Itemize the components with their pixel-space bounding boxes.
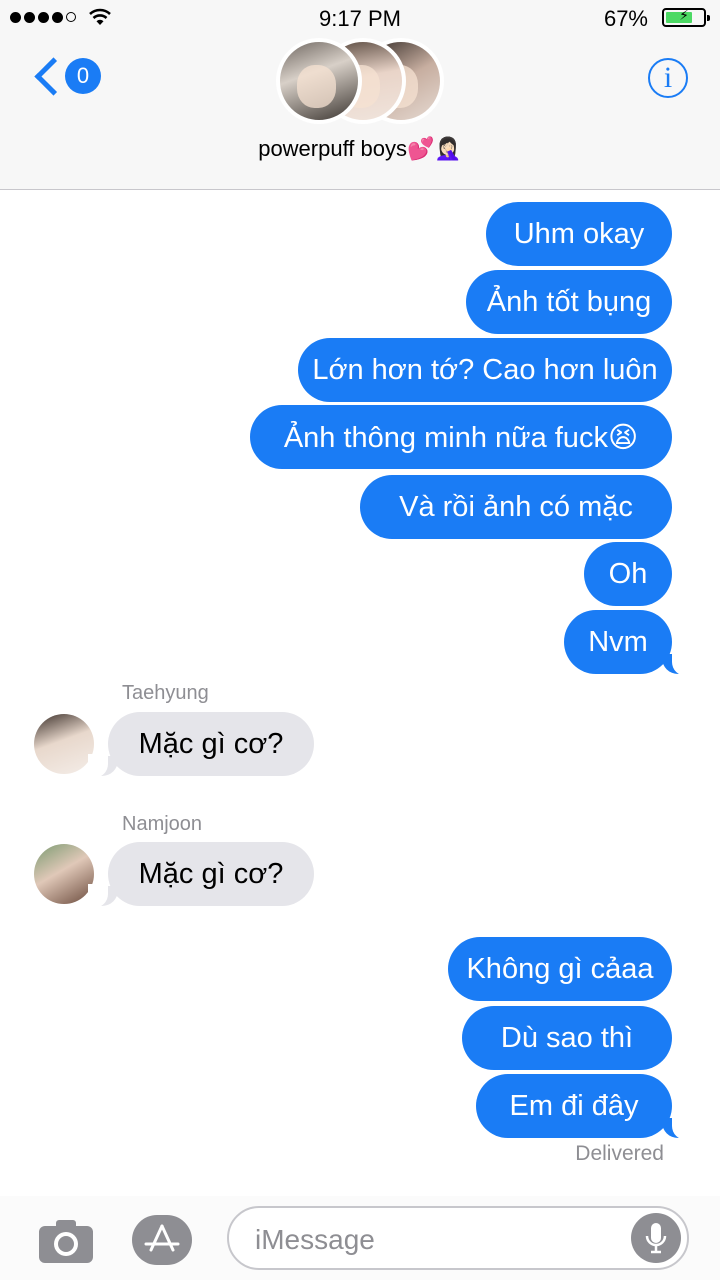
- chevron-left-icon: [34, 56, 73, 96]
- message-input-placeholder: iMessage: [255, 1224, 375, 1255]
- message-input[interactable]: iMessage: [227, 1206, 689, 1270]
- bubble-tail: [662, 652, 692, 676]
- message-bubble-outgoing[interactable]: Ảnh tốt bụng: [466, 270, 672, 334]
- group-avatars[interactable]: [276, 38, 446, 124]
- app-store-icon[interactable]: [131, 1214, 193, 1266]
- microphone-icon: [645, 1223, 667, 1254]
- battery-icon: ⚡: [662, 7, 710, 27]
- message-bubble-outgoing[interactable]: Nvm: [564, 610, 672, 674]
- info-icon: i: [663, 61, 673, 94]
- microphone-button[interactable]: [631, 1213, 681, 1263]
- camera-icon[interactable]: [38, 1218, 94, 1264]
- message-bubble-outgoing[interactable]: Uhm okay: [486, 202, 672, 266]
- message-bubble-incoming[interactable]: Mặc gì cơ?: [108, 842, 314, 906]
- group-name[interactable]: powerpuff boys💕🤦🏻‍♀️: [0, 136, 720, 162]
- message-bubble-outgoing[interactable]: Và rồi ảnh có mặc: [360, 475, 672, 539]
- message-bubble-outgoing[interactable]: Dù sao thì: [462, 1006, 672, 1070]
- sender-name: Taehyung: [122, 682, 209, 704]
- bubble-tail: [662, 1116, 692, 1140]
- delivery-status: Delivered: [575, 1142, 664, 1165]
- bubble-tail: [88, 754, 118, 778]
- bubble-tail: [88, 884, 118, 908]
- avatar: [276, 38, 362, 124]
- message-bubble-outgoing[interactable]: Không gì cảaa: [448, 937, 672, 1001]
- message-bubble-outgoing[interactable]: Oh: [584, 542, 672, 606]
- sender-name: Namjoon: [122, 813, 203, 835]
- message-bubble-outgoing[interactable]: Ảnh thông minh nữa fuck😫: [250, 405, 672, 469]
- battery-percent: 67%: [603, 6, 648, 31]
- message-bubble-incoming[interactable]: Mặc gì cơ?: [108, 712, 314, 776]
- back-button[interactable]: 0: [30, 56, 101, 96]
- avatar[interactable]: [34, 714, 94, 774]
- avatar[interactable]: [34, 844, 94, 904]
- info-button[interactable]: i: [648, 58, 688, 98]
- message-bubble-outgoing[interactable]: Lớn hơn tớ? Cao hơn luôn: [298, 338, 672, 402]
- message-bubble-outgoing[interactable]: Em đi đây: [476, 1074, 672, 1138]
- status-bar: 9:17 PM 67% ⚡: [0, 0, 720, 36]
